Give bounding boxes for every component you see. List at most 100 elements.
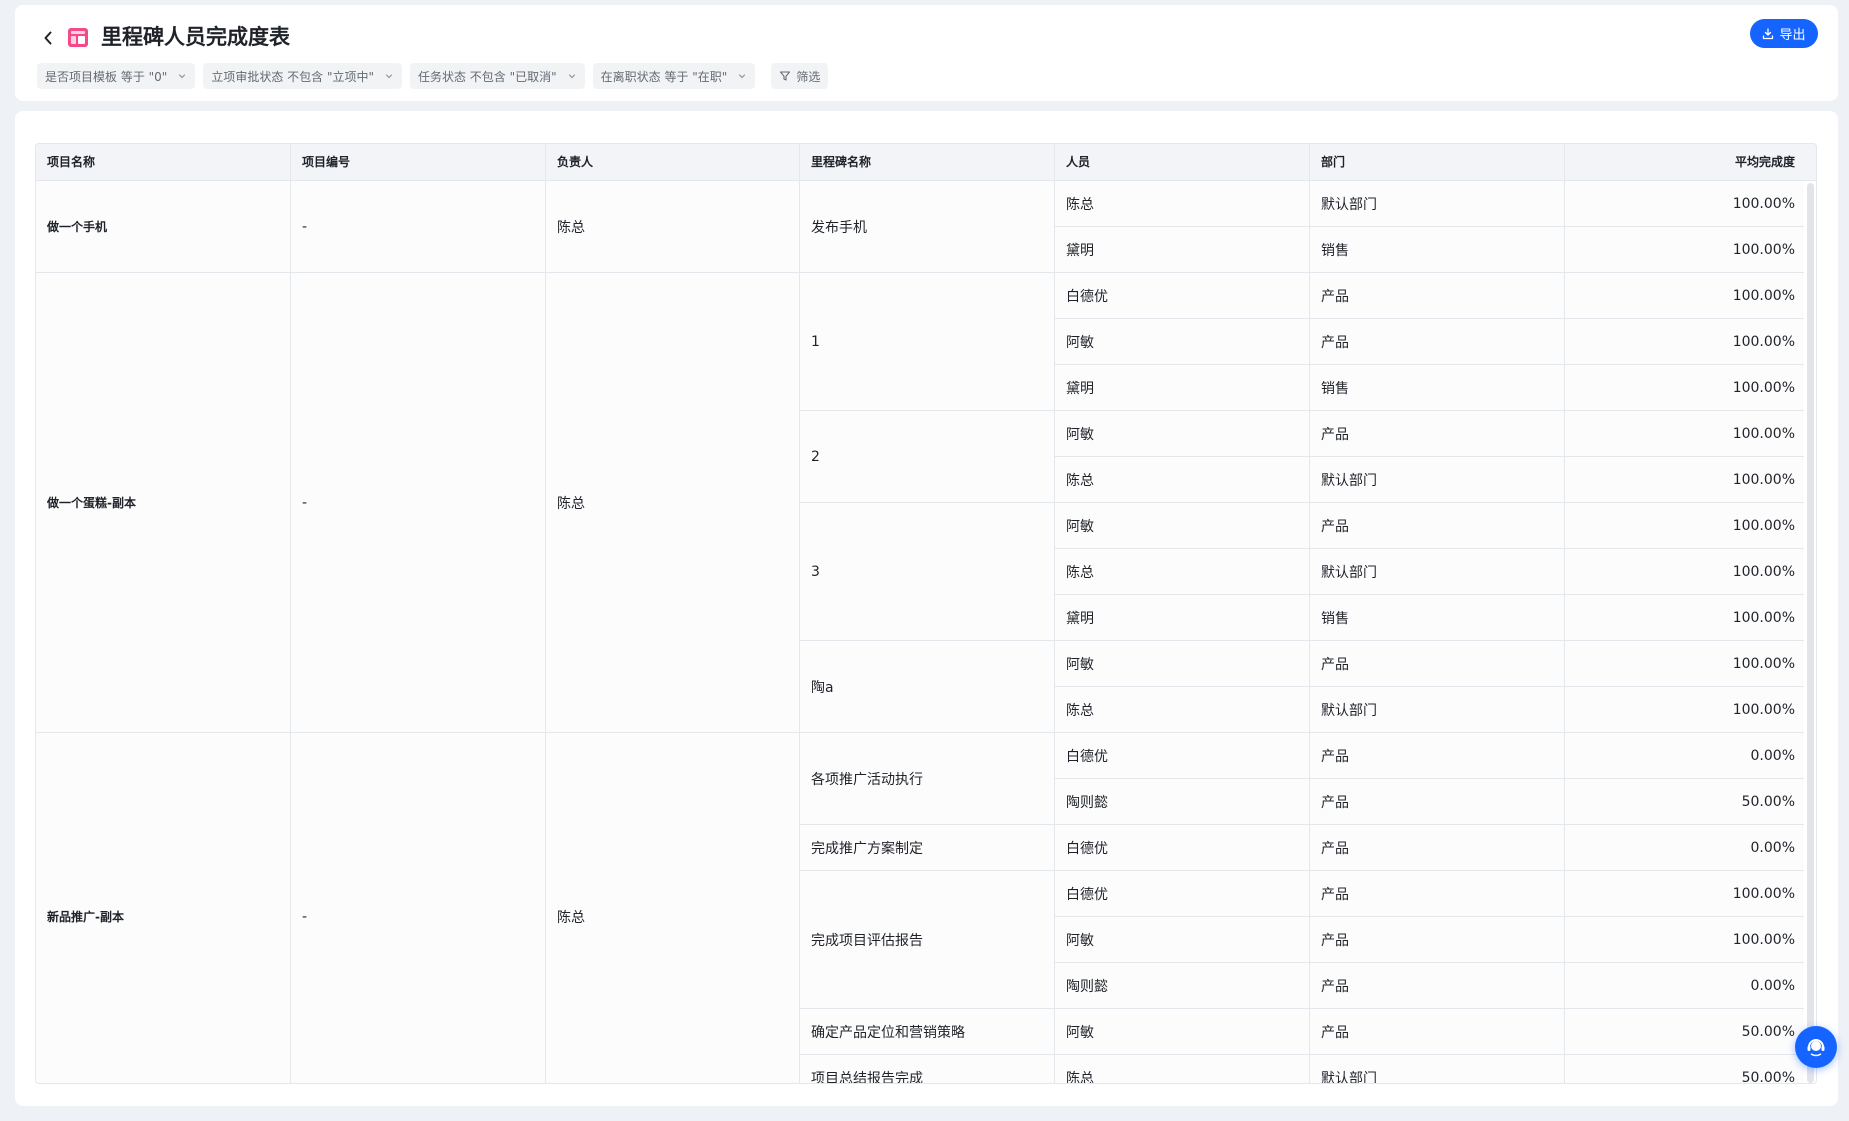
- cell-milestone-name: 各项推广活动执行: [800, 733, 1055, 825]
- column-header-person[interactable]: 人员: [1055, 144, 1310, 181]
- export-button[interactable]: 导出: [1750, 19, 1818, 48]
- cell-project-code: -: [291, 181, 546, 273]
- cell-avg-completion: 100.00%: [1565, 871, 1806, 917]
- cell-person: 陈总: [1055, 457, 1310, 503]
- cell-avg-completion: 100.00%: [1565, 641, 1806, 687]
- scrollbar-thumb[interactable]: [1807, 183, 1814, 1083]
- cell-department: 默认部门: [1310, 549, 1565, 595]
- report-table-icon: [65, 24, 91, 50]
- cell-department: 默认部门: [1310, 457, 1565, 503]
- cell-milestone-name: 发布手机: [800, 181, 1055, 273]
- column-header-department[interactable]: 部门: [1310, 144, 1565, 181]
- cell-department: 产品: [1310, 319, 1565, 365]
- cell-avg-completion: 100.00%: [1565, 319, 1806, 365]
- chevron-down-icon: [737, 71, 747, 81]
- table-card: 项目名称 项目编号 负责人 里程碑名称 人员 部门 平均完成度 做一个手机 - 陈总…: [15, 111, 1838, 1106]
- cell-milestone-name: 完成项目评估报告: [800, 871, 1055, 1009]
- table-header: 项目名称 项目编号 负责人 里程碑名称 人员 部门 平均完成度: [36, 144, 1816, 181]
- filter-chip-template[interactable]: 是否项目模板 等于 "0": [37, 63, 196, 89]
- cell-person: 阿敏: [1055, 503, 1310, 549]
- cell-milestone-name: 陶a: [800, 641, 1055, 733]
- column-header-milestone[interactable]: 里程碑名称: [800, 144, 1055, 181]
- table-scrollbar[interactable]: [1804, 181, 1816, 1083]
- cell-department: 销售: [1310, 227, 1565, 273]
- cell-avg-completion: 50.00%: [1565, 1009, 1806, 1055]
- cell-avg-completion: 100.00%: [1565, 687, 1806, 733]
- cell-department: 销售: [1310, 595, 1565, 641]
- cell-person: 陶则懿: [1055, 779, 1310, 825]
- cell-department: 产品: [1310, 411, 1565, 457]
- cell-person: 黛明: [1055, 227, 1310, 273]
- column-header-owner[interactable]: 负责人: [546, 144, 800, 181]
- cell-department: 产品: [1310, 503, 1565, 549]
- cell-department: 产品: [1310, 871, 1565, 917]
- column-header-avg-completion[interactable]: 平均完成度: [1565, 144, 1806, 181]
- cell-department: 产品: [1310, 779, 1565, 825]
- cell-avg-completion: 100.00%: [1565, 503, 1806, 549]
- cell-project-name: 做一个手机: [36, 181, 291, 273]
- export-label: 导出: [1779, 28, 1806, 43]
- cell-avg-completion: 100.00%: [1565, 549, 1806, 595]
- column-header-project-code[interactable]: 项目编号: [291, 144, 546, 181]
- cell-milestone-name: 2: [800, 411, 1055, 503]
- cell-avg-completion: 100.00%: [1565, 457, 1806, 503]
- cell-department: 产品: [1310, 733, 1565, 779]
- cell-person: 陈总: [1055, 687, 1310, 733]
- filter-button-label: 筛选: [796, 69, 821, 84]
- chevron-down-icon: [177, 71, 187, 81]
- column-header-project-name[interactable]: 项目名称: [36, 144, 291, 181]
- filter-chip-label: 任务状态 不包含 "已取消": [417, 69, 557, 84]
- cell-owner: 陈总: [546, 181, 800, 273]
- filter-chip-employment-status[interactable]: 在离职状态 等于 "在职": [592, 63, 756, 89]
- cell-avg-completion: 100.00%: [1565, 917, 1806, 963]
- filter-bar: 是否项目模板 等于 "0" 立项审批状态 不包含 "立项中" 任务状态 不包含 …: [37, 63, 829, 89]
- cell-project-name: 新品推广-副本: [36, 733, 291, 1083]
- cell-milestone-name: 项目总结报告完成: [800, 1055, 1055, 1083]
- cell-person: 陶则懿: [1055, 963, 1310, 1009]
- cell-department: 产品: [1310, 917, 1565, 963]
- cell-avg-completion: 100.00%: [1565, 365, 1806, 411]
- cell-avg-completion: 100.00%: [1565, 227, 1806, 273]
- cell-project-name: 做一个蛋糕-副本: [36, 273, 291, 733]
- cell-avg-completion: 100.00%: [1565, 273, 1806, 319]
- chevron-left-icon: [44, 31, 52, 45]
- filter-chip-label: 是否项目模板 等于 "0": [45, 69, 168, 84]
- cell-milestone-name: 完成推广方案制定: [800, 825, 1055, 871]
- cell-milestone-name: 1: [800, 273, 1055, 411]
- cell-avg-completion: 50.00%: [1565, 779, 1806, 825]
- cell-avg-completion: 50.00%: [1565, 1055, 1806, 1083]
- filter-button[interactable]: 筛选: [771, 63, 829, 89]
- cell-person: 阿敏: [1055, 319, 1310, 365]
- cell-person: 白德优: [1055, 871, 1310, 917]
- cell-person: 白德优: [1055, 273, 1310, 319]
- cell-department: 产品: [1310, 641, 1565, 687]
- customer-service-button[interactable]: [1795, 1026, 1837, 1068]
- cell-person: 阿敏: [1055, 917, 1310, 963]
- filter-chip-label: 立项审批状态 不包含 "立项中": [211, 69, 374, 84]
- cell-avg-completion: 100.00%: [1565, 595, 1806, 641]
- export-icon: [1763, 27, 1774, 39]
- back-button[interactable]: [37, 26, 59, 50]
- cell-department: 销售: [1310, 365, 1565, 411]
- cell-owner: 陈总: [546, 733, 800, 1083]
- cell-department: 默认部门: [1310, 687, 1565, 733]
- cell-department: 产品: [1310, 963, 1565, 1009]
- cell-person: 陈总: [1055, 1055, 1310, 1083]
- filter-chip-task-status[interactable]: 任务状态 不包含 "已取消": [409, 63, 585, 89]
- cell-avg-completion: 100.00%: [1565, 181, 1806, 227]
- cell-department: 产品: [1310, 1009, 1565, 1055]
- cell-avg-completion: 0.00%: [1565, 733, 1806, 779]
- cell-department: 产品: [1310, 825, 1565, 871]
- report-header: 里程碑人员完成度表 导出 是否项目模板 等于 "0" 立项审批状态 不包含 "立…: [15, 5, 1838, 101]
- chevron-down-icon: [567, 71, 577, 81]
- filter-chip-approval-status[interactable]: 立项审批状态 不包含 "立项中": [203, 63, 402, 89]
- cell-avg-completion: 0.00%: [1565, 825, 1806, 871]
- cell-person: 白德优: [1055, 825, 1310, 871]
- cell-department: 默认部门: [1310, 1055, 1565, 1083]
- page-title: 里程碑人员完成度表: [101, 25, 290, 49]
- cell-owner: 陈总: [546, 273, 800, 733]
- cell-department: 产品: [1310, 273, 1565, 319]
- completion-table: 项目名称 项目编号 负责人 里程碑名称 人员 部门 平均完成度 做一个手机 - 陈总…: [35, 143, 1817, 1084]
- cell-milestone-name: 确定产品定位和营销策略: [800, 1009, 1055, 1055]
- cell-department: 默认部门: [1310, 181, 1565, 227]
